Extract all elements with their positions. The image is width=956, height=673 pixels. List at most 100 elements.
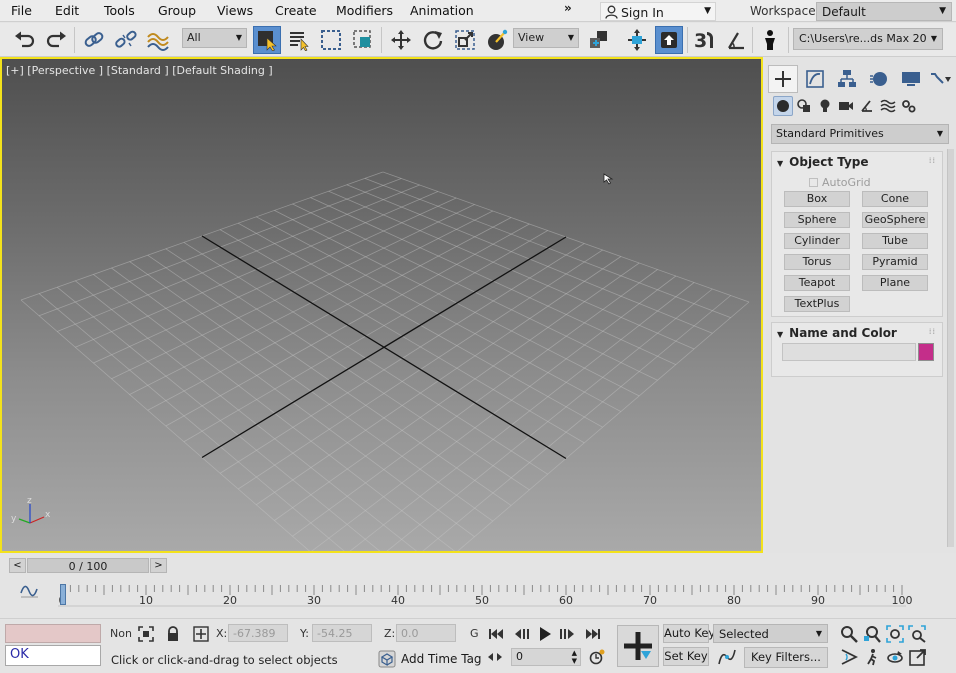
current-frame-field[interactable]: 0 ▲ ▼ bbox=[511, 648, 581, 666]
zoom-all-button[interactable] bbox=[862, 624, 882, 644]
redo-button[interactable] bbox=[42, 26, 70, 54]
play-button[interactable] bbox=[535, 624, 555, 644]
torus-button[interactable]: Torus bbox=[784, 254, 850, 270]
select-by-name-button[interactable] bbox=[285, 26, 313, 54]
sphere-button[interactable]: Sphere bbox=[784, 212, 850, 228]
add-time-tag-button[interactable]: Add Time Tag bbox=[376, 649, 482, 670]
y-coordinate-field[interactable]: -54.25 bbox=[312, 624, 372, 642]
undo-button[interactable] bbox=[11, 26, 39, 54]
systems-category-button[interactable] bbox=[899, 96, 919, 116]
scene-explorer-button[interactable] bbox=[756, 26, 784, 54]
helpers-category-button[interactable] bbox=[857, 96, 877, 116]
absolute-mode-button[interactable] bbox=[192, 625, 210, 643]
default-in-out-tangent-button[interactable] bbox=[716, 648, 738, 666]
set-key-big-button[interactable] bbox=[617, 625, 659, 667]
time-slider-prev-button[interactable]: < bbox=[9, 558, 26, 573]
sign-in-button[interactable]: Sign In ▼ bbox=[600, 2, 716, 21]
bind-space-warp-button[interactable] bbox=[144, 26, 172, 54]
selection-lock-button[interactable] bbox=[164, 625, 182, 643]
key-mode-toggle-button[interactable] bbox=[486, 648, 504, 666]
menu-group[interactable]: Group bbox=[158, 3, 196, 18]
selection-filter-dropdown[interactable]: All ▼ bbox=[182, 28, 247, 48]
object-color-swatch[interactable] bbox=[918, 343, 934, 361]
rotate-button[interactable] bbox=[419, 26, 447, 54]
menu-edit[interactable]: Edit bbox=[55, 3, 79, 18]
menu-file[interactable]: File bbox=[11, 3, 32, 18]
angle-snap-button[interactable] bbox=[722, 26, 750, 54]
zoom-extents-all-button[interactable] bbox=[908, 624, 928, 644]
menu-create[interactable]: Create bbox=[275, 3, 317, 18]
tab-modify[interactable] bbox=[800, 65, 830, 93]
key-set-selection-dropdown[interactable]: Selected ▼ bbox=[713, 624, 828, 643]
move-button[interactable] bbox=[387, 26, 415, 54]
cameras-category-button[interactable] bbox=[836, 96, 856, 116]
track-bar-timeline[interactable]: 0102030405060708090100 bbox=[58, 582, 913, 614]
previous-frame-button[interactable] bbox=[513, 625, 531, 643]
walk-through-button[interactable] bbox=[862, 647, 882, 667]
lights-category-button[interactable] bbox=[815, 96, 835, 116]
zoom-extents-button[interactable] bbox=[885, 624, 905, 644]
menu-animation[interactable]: Animation bbox=[410, 3, 474, 18]
menu-tools[interactable]: Tools bbox=[104, 3, 135, 18]
workspace-dropdown[interactable]: Default ▼ bbox=[816, 2, 952, 21]
maximize-viewport-button[interactable] bbox=[908, 647, 928, 667]
geometry-category-button[interactable] bbox=[773, 96, 793, 116]
set-key-button[interactable]: Set Key bbox=[663, 647, 709, 666]
z-coordinate-field[interactable]: 0.0 bbox=[396, 624, 456, 642]
time-configuration-button[interactable] bbox=[588, 648, 606, 666]
orbit-button[interactable] bbox=[885, 647, 905, 667]
object-type-rollout-header[interactable]: ▼ Object Type bbox=[777, 155, 869, 169]
keyboard-shortcut-override-button[interactable] bbox=[655, 26, 683, 54]
menu-modifiers[interactable]: Modifiers bbox=[336, 3, 393, 18]
reference-coordinate-dropdown[interactable]: View ▼ bbox=[513, 28, 579, 48]
plane-button[interactable]: Plane bbox=[862, 275, 928, 291]
space-warps-category-button[interactable] bbox=[878, 96, 898, 116]
tab-hierarchy[interactable] bbox=[832, 65, 862, 93]
project-path-dropdown[interactable]: C:\Users\re...ds Max 2020 ▼ bbox=[793, 28, 943, 50]
unlink-button[interactable] bbox=[112, 26, 140, 54]
cylinder-button[interactable]: Cylinder bbox=[784, 233, 850, 249]
next-frame-button[interactable] bbox=[558, 625, 576, 643]
select-object-button[interactable] bbox=[253, 26, 281, 54]
mini-curve-editor-icon[interactable] bbox=[20, 583, 40, 599]
tab-display[interactable] bbox=[896, 65, 926, 93]
link-button[interactable] bbox=[80, 26, 108, 54]
geometry-type-dropdown[interactable]: Standard Primitives ▼ bbox=[771, 124, 949, 144]
viewport-label-menu[interactable]: [+] [Perspective ] [Standard ] [Default … bbox=[6, 64, 273, 77]
box-button[interactable]: Box bbox=[784, 191, 850, 207]
selection-region-button[interactable] bbox=[317, 26, 345, 54]
time-slider-thumb[interactable]: 0 / 100 bbox=[27, 558, 149, 573]
perspective-viewport[interactable]: [+] [Perspective ] [Standard ] [Default … bbox=[0, 57, 763, 553]
geosphere-button[interactable]: GeoSphere bbox=[862, 212, 928, 228]
command-panel-scrollbar[interactable] bbox=[947, 149, 954, 547]
field-of-view-button[interactable] bbox=[839, 647, 859, 667]
tab-utilities[interactable] bbox=[928, 65, 952, 93]
scale-button[interactable] bbox=[451, 26, 479, 54]
name-and-color-rollout-header[interactable]: ▼ Name and Color bbox=[777, 326, 897, 340]
maxscript-output-field[interactable]: OK bbox=[5, 645, 101, 666]
tab-motion[interactable] bbox=[864, 65, 894, 93]
maxscript-listener-field[interactable] bbox=[5, 624, 101, 643]
auto-key-button[interactable]: Auto Key bbox=[663, 624, 715, 643]
window-crossing-button[interactable] bbox=[349, 26, 377, 54]
go-to-end-button[interactable] bbox=[584, 625, 602, 643]
isolate-selection-button[interactable] bbox=[137, 625, 155, 643]
current-frame-marker[interactable] bbox=[60, 584, 66, 605]
textplus-button[interactable]: TextPlus bbox=[784, 296, 850, 312]
go-to-start-button[interactable] bbox=[487, 625, 505, 643]
cone-button[interactable]: Cone bbox=[862, 191, 928, 207]
tab-create[interactable] bbox=[768, 65, 798, 93]
time-slider-next-button[interactable]: > bbox=[150, 558, 167, 573]
menu-views[interactable]: Views bbox=[217, 3, 253, 18]
pyramid-button[interactable]: Pyramid bbox=[862, 254, 928, 270]
key-filters-button[interactable]: Key Filters... bbox=[744, 647, 828, 668]
shapes-category-button[interactable] bbox=[794, 96, 814, 116]
zoom-button[interactable] bbox=[839, 624, 859, 644]
pivot-point-button[interactable] bbox=[585, 26, 613, 54]
object-name-field[interactable] bbox=[782, 343, 916, 361]
autogrid-checkbox[interactable]: AutoGrid bbox=[809, 176, 871, 189]
menu-overflow-button[interactable]: » bbox=[564, 1, 578, 15]
x-coordinate-field[interactable]: -67.389 bbox=[228, 624, 288, 642]
teapot-button[interactable]: Teapot bbox=[784, 275, 850, 291]
placement-button[interactable] bbox=[483, 26, 511, 54]
